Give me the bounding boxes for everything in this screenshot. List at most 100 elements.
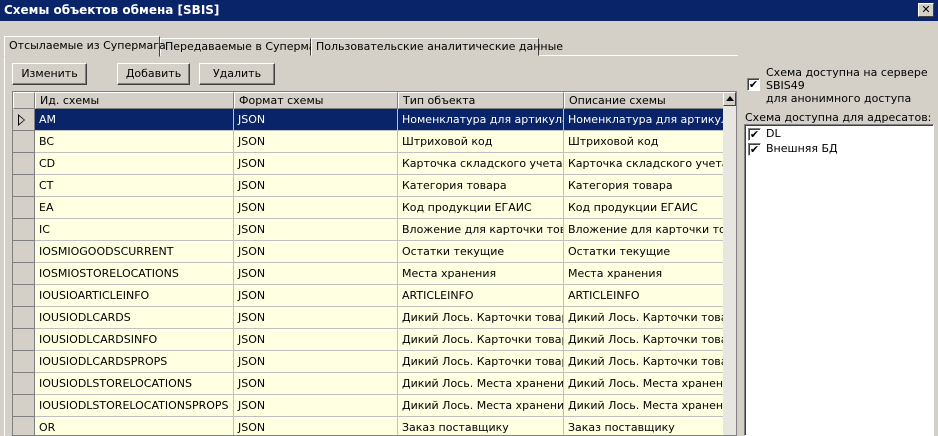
- table-row[interactable]: IOUSIODLCARDS JSON Дикий Лось. Карточки то…: [13, 307, 725, 329]
- table-row[interactable]: CD JSON Карточка складского учета Карточка …: [13, 153, 725, 175]
- cell-object-type[interactable]: Карточка складского учета: [398, 153, 564, 175]
- tab-incoming[interactable]: Передаваемые в Супермаг: [160, 38, 321, 56]
- delete-button[interactable]: Удалить: [199, 63, 275, 85]
- cell-scheme-description[interactable]: ARTICLEINFO: [564, 285, 725, 307]
- table-row[interactable]: IOUSIODLCARDSINFO JSON Дикий Лось. Карточк…: [13, 329, 725, 351]
- cell-scheme-format[interactable]: JSON: [234, 373, 398, 395]
- add-button[interactable]: Добавить: [117, 63, 190, 85]
- cell-scheme-id[interactable]: IOSMIOGOODSCURRENT: [35, 241, 234, 263]
- scroll-up-button[interactable]: [723, 92, 736, 106]
- table-row[interactable]: EA JSON Код продукции ЕГАИС Код продукции Е…: [13, 197, 725, 219]
- cell-scheme-id[interactable]: IOUSIODLCARDSPROPS: [35, 351, 234, 373]
- cell-scheme-id[interactable]: CT: [35, 175, 234, 197]
- row-indicator[interactable]: [13, 307, 35, 329]
- cell-scheme-format[interactable]: JSON: [234, 307, 398, 329]
- table-row[interactable]: IOUSIOARTICLEINFO JSON ARTICLEINFO ARTICLEI…: [13, 285, 725, 307]
- cell-scheme-id[interactable]: IOUSIOARTICLEINFO: [35, 285, 234, 307]
- cell-scheme-id[interactable]: IOSMIOSTORELOCATIONS: [35, 263, 234, 285]
- cell-scheme-format[interactable]: JSON: [234, 329, 398, 351]
- cell-scheme-description[interactable]: Дикий Лось. Места хранения: [564, 373, 725, 395]
- cell-scheme-description[interactable]: Дикий Лось. Карточки товаров: [564, 351, 725, 373]
- cell-object-type[interactable]: Вложение для карточки товара: [398, 219, 564, 241]
- tab-user-analytics[interactable]: Пользовательские аналитические данные: [311, 38, 563, 56]
- close-button[interactable]: ✕: [918, 3, 934, 17]
- cell-object-type[interactable]: Дикий Лось. Карточки товар...: [398, 329, 564, 351]
- row-indicator[interactable]: [13, 329, 35, 351]
- cell-scheme-id[interactable]: IOUSIODLSTORELOCATIONSPROPS: [35, 395, 234, 417]
- cell-scheme-description[interactable]: Код продукции ЕГАИС: [564, 197, 725, 219]
- header-object-type[interactable]: Тип объекта: [398, 92, 564, 109]
- row-indicator[interactable]: [13, 263, 35, 285]
- cell-scheme-id[interactable]: AM: [35, 109, 234, 131]
- cell-scheme-format[interactable]: JSON: [234, 219, 398, 241]
- edit-button[interactable]: Изменить: [12, 63, 87, 85]
- cell-scheme-description[interactable]: Дикий Лось. Карточки товаров: [564, 329, 725, 351]
- cell-scheme-format[interactable]: JSON: [234, 197, 398, 219]
- cell-scheme-description[interactable]: Карточка складского учета: [564, 153, 725, 175]
- tab-outgoing[interactable]: Отсылаемые из Супермага: [4, 36, 166, 57]
- table-row[interactable]: BC JSON Штриховой код Штриховой код: [13, 131, 725, 153]
- row-indicator[interactable]: [13, 395, 35, 417]
- cell-object-type[interactable]: Дикий Лось. Места хранения: [398, 373, 564, 395]
- row-indicator[interactable]: [13, 241, 35, 263]
- row-indicator[interactable]: [13, 373, 35, 395]
- cell-scheme-format[interactable]: JSON: [234, 175, 398, 197]
- cell-object-type[interactable]: ARTICLEINFO: [398, 285, 564, 307]
- cell-scheme-id[interactable]: OR: [35, 417, 234, 435]
- header-scheme-description[interactable]: Описание схемы: [564, 92, 725, 109]
- row-indicator[interactable]: [13, 197, 35, 219]
- cell-object-type[interactable]: Остатки текущие: [398, 241, 564, 263]
- cell-scheme-description[interactable]: Категория товара: [564, 175, 725, 197]
- cell-scheme-description[interactable]: Номенклатура для артикула: [564, 109, 725, 131]
- vertical-scrollbar[interactable]: [723, 92, 736, 435]
- table-row[interactable]: IOUSIODLSTORELOCATIONS JSON Дикий Лось. Ме…: [13, 373, 725, 395]
- cell-object-type[interactable]: Заказ поставщику: [398, 417, 564, 435]
- row-indicator[interactable]: [13, 109, 35, 131]
- table-row[interactable]: CT JSON Категория товара Категория товара: [13, 175, 725, 197]
- row-indicator[interactable]: [13, 153, 35, 175]
- row-indicator[interactable]: [13, 417, 35, 435]
- header-scheme-id[interactable]: Ид. схемы: [35, 92, 234, 109]
- cell-scheme-format[interactable]: JSON: [234, 351, 398, 373]
- row-indicator[interactable]: [13, 219, 35, 241]
- row-indicator[interactable]: [13, 131, 35, 153]
- cell-object-type[interactable]: Дикий Лось. Карточки товаров: [398, 307, 564, 329]
- cell-scheme-description[interactable]: Заказ поставщику: [564, 417, 725, 435]
- recipient-external-db-checkbox[interactable]: ✔: [748, 143, 761, 156]
- cell-scheme-description[interactable]: Остатки текущие: [564, 241, 725, 263]
- cell-scheme-description[interactable]: Места хранения: [564, 263, 725, 285]
- cell-object-type[interactable]: Дикий Лось. Карточки товар...: [398, 351, 564, 373]
- cell-scheme-format[interactable]: JSON: [234, 153, 398, 175]
- cell-scheme-id[interactable]: EA: [35, 197, 234, 219]
- table-row[interactable]: ICJSONВложение для карточки товараВложен…: [13, 219, 725, 241]
- recipients-list[interactable]: ✔ DL ✔ Внешняя БД: [744, 124, 934, 436]
- anonymous-access-checkbox[interactable]: ✔: [747, 78, 760, 91]
- cell-scheme-id[interactable]: IC: [35, 219, 234, 241]
- cell-scheme-id[interactable]: CD: [35, 153, 234, 175]
- cell-object-type[interactable]: Штриховой код: [398, 131, 564, 153]
- row-indicator[interactable]: [13, 175, 35, 197]
- cell-object-type[interactable]: Места хранения: [398, 263, 564, 285]
- table-row[interactable]: OR JSON Заказ поставщику Заказ поставщику: [13, 417, 725, 435]
- recipient-dl-checkbox[interactable]: ✔: [748, 128, 761, 141]
- cell-object-type[interactable]: Код продукции ЕГАИС: [398, 197, 564, 219]
- cell-scheme-format[interactable]: JSON: [234, 395, 398, 417]
- cell-scheme-description[interactable]: Штриховой код: [564, 131, 725, 153]
- header-scheme-format[interactable]: Формат схемы: [234, 92, 398, 109]
- cell-scheme-id[interactable]: IOUSIODLCARDS: [35, 307, 234, 329]
- table-row[interactable]: IOSMIOGOODSCURRENT JSON Остатки текущие Ост…: [13, 241, 725, 263]
- cell-scheme-id[interactable]: IOUSIODLCARDSINFO: [35, 329, 234, 351]
- cell-object-type[interactable]: Номенклатура для артикула: [398, 109, 564, 131]
- cell-scheme-format[interactable]: JSON: [234, 285, 398, 307]
- row-indicator[interactable]: [13, 285, 35, 307]
- cell-scheme-format[interactable]: JSON: [234, 109, 398, 131]
- cell-object-type[interactable]: Дикий Лось. Места хранения...: [398, 395, 564, 417]
- cell-scheme-description[interactable]: Вложение для карточки товара: [564, 219, 725, 241]
- cell-scheme-description[interactable]: Дикий Лось. Карточки товаров: [564, 307, 725, 329]
- cell-scheme-format[interactable]: JSON: [234, 417, 398, 435]
- table-row[interactable]: IOSMIOSTORELOCATIONS JSON Места хранения Ме…: [13, 263, 725, 285]
- cell-scheme-id[interactable]: BC: [35, 131, 234, 153]
- cell-scheme-id[interactable]: IOUSIODLSTORELOCATIONS: [35, 373, 234, 395]
- row-indicator[interactable]: [13, 351, 35, 373]
- table-row[interactable]: IOUSIODLSTORELOCATIONSPROPS JSON Дикий Лос…: [13, 395, 725, 417]
